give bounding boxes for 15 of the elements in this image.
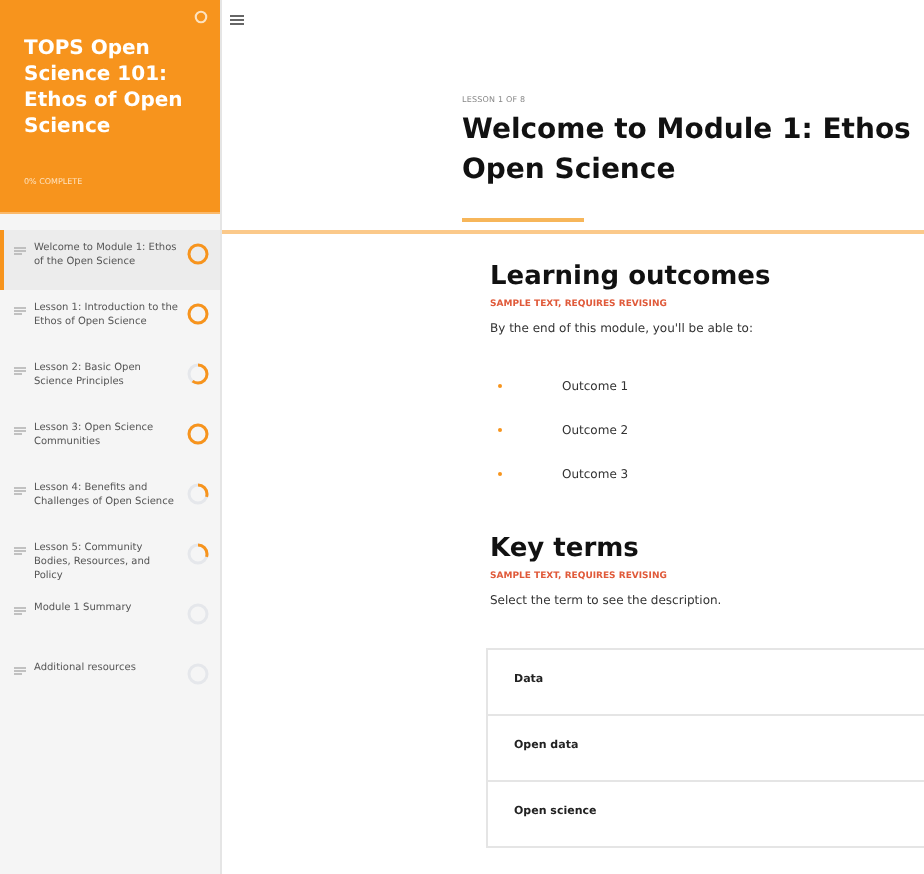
document-icon <box>14 486 26 496</box>
document-icon <box>14 246 26 256</box>
section-heading: Learning outcomes <box>490 262 773 294</box>
document-icon <box>14 426 26 436</box>
page-title: Welcome to Module 1: Ethos <box>462 112 913 150</box>
section-heading: Key terms <box>490 533 641 566</box>
document-icon <box>14 306 26 316</box>
menu-icon[interactable] <box>230 14 244 26</box>
document-icon <box>14 546 26 556</box>
title-underline <box>462 218 584 222</box>
document-icon <box>14 666 26 676</box>
document-icon <box>14 606 26 616</box>
course-title: TOPS Open Science 101: Ethos of Open Science <box>24 36 185 140</box>
page-title: Open Science <box>462 152 678 190</box>
document-icon <box>14 366 26 376</box>
